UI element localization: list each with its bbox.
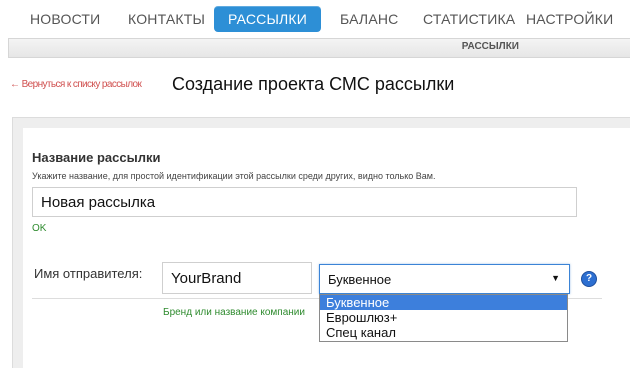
mailing-name-status: OK	[32, 223, 47, 234]
sender-type-select-value: Буквенное	[328, 272, 392, 287]
nav-item-settings[interactable]: НАСТРОЙКИ	[526, 6, 613, 32]
sender-name-label: Имя отправителя:	[34, 266, 143, 281]
nav-item-contacts[interactable]: КОНТАКТЫ	[128, 6, 205, 32]
mailing-name-hint: Укажите название, для простой идентифика…	[32, 171, 436, 181]
nav-item-mailings[interactable]: РАССЫЛКИ	[214, 6, 322, 32]
nav-item-balance[interactable]: БАЛАНС	[340, 6, 398, 32]
dropdown-option-letter[interactable]: Буквенное	[320, 295, 567, 310]
back-to-list-link[interactable]: ← Вернуться к списку рассылок	[10, 79, 142, 90]
section-bar-label: РАССЫЛКИ	[461, 41, 519, 52]
sender-name-hint: Бренд или название компании	[163, 307, 305, 318]
nav-item-statistics[interactable]: СТАТИСТИКА	[423, 6, 515, 32]
dropdown-option-eurogate[interactable]: Еврошлюз+	[320, 310, 567, 325]
nav-item-news[interactable]: НОВОСТИ	[30, 6, 100, 32]
mailing-name-input[interactable]	[32, 187, 577, 217]
chevron-down-icon: ▼	[551, 273, 560, 283]
section-bar: РАССЫЛКИ	[8, 38, 630, 58]
top-nav: НОВОСТИ КОНТАКТЫ РАССЫЛКИ БАЛАНС СТАТИСТ…	[0, 0, 630, 36]
mailing-name-title: Название рассылки	[32, 150, 161, 165]
sender-name-input[interactable]	[162, 262, 312, 294]
page-title: Создание проекта СМС рассылки	[172, 74, 455, 94]
sender-type-select[interactable]: Буквенное ▼	[319, 264, 570, 294]
help-icon[interactable]: ?	[581, 271, 597, 287]
dropdown-option-special-channel[interactable]: Спец канал	[320, 325, 567, 340]
sender-type-dropdown: Буквенное Еврошлюз+ Спец канал	[319, 294, 568, 342]
